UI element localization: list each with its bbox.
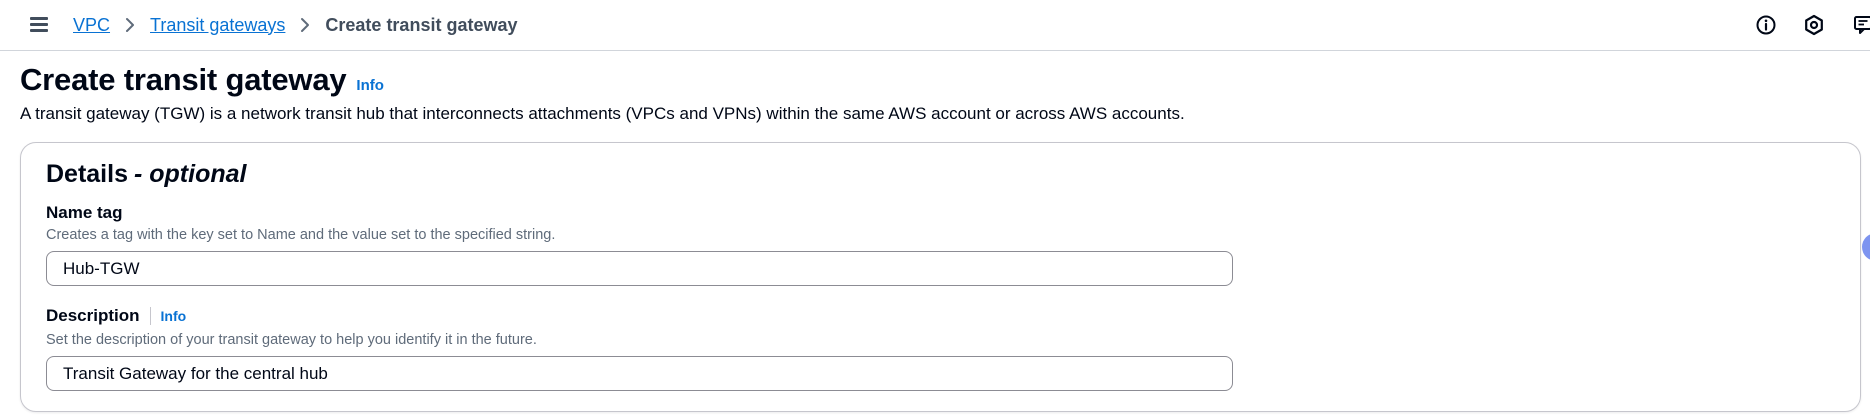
optional-label: - optional bbox=[133, 160, 247, 188]
page-header: Create transit gateway Info bbox=[20, 62, 384, 98]
description-label-row: Description Info bbox=[46, 306, 186, 326]
info-icon[interactable] bbox=[1754, 13, 1778, 37]
label-divider bbox=[149, 307, 151, 325]
description-field-help: Set the description of your transit gate… bbox=[46, 332, 537, 348]
panel-title: Details - optional bbox=[46, 160, 246, 189]
details-panel: Details - optional Name tag Creates a tag… bbox=[20, 142, 1861, 412]
name-tag-input[interactable] bbox=[46, 251, 1233, 286]
name-tag-description: Creates a tag with the key set to Name a… bbox=[46, 227, 556, 243]
name-tag-label: Name tag bbox=[46, 203, 123, 222]
chevron-right-icon bbox=[301, 18, 310, 32]
page-info-link[interactable]: Info bbox=[356, 77, 384, 94]
description-label: Description bbox=[46, 306, 140, 325]
page-description: A transit gateway (TGW) is a network tra… bbox=[20, 104, 1185, 123]
breadcrumb-vpc-link[interactable]: VPC bbox=[73, 15, 110, 36]
page-title: Create transit gateway bbox=[20, 62, 347, 97]
menu-icon[interactable] bbox=[28, 16, 50, 34]
chevron-right-icon bbox=[126, 18, 135, 32]
description-info-link[interactable]: Info bbox=[161, 308, 187, 324]
breadcrumb-transit-gateways-link[interactable]: Transit gateways bbox=[150, 15, 285, 36]
settings-icon[interactable] bbox=[1802, 13, 1826, 37]
feedback-icon[interactable] bbox=[1852, 13, 1870, 37]
side-helper-tab[interactable] bbox=[1862, 233, 1870, 261]
panel-title-text: Details bbox=[46, 160, 128, 188]
breadcrumb: VPC Transit gateways Create transit gate… bbox=[73, 12, 517, 38]
breadcrumb-current-page: Create transit gateway bbox=[325, 14, 518, 35]
top-navigation-bar: VPC Transit gateways Create transit gate… bbox=[0, 0, 1870, 51]
description-input[interactable] bbox=[46, 356, 1233, 391]
